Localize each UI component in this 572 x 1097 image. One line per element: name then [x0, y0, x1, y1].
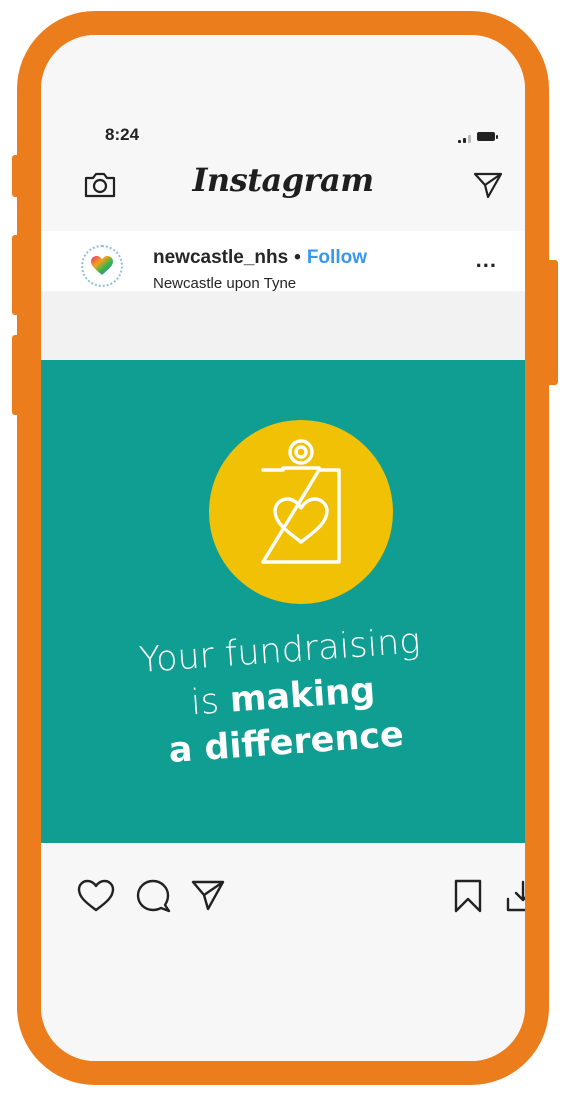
- heart-icon[interactable]: [77, 879, 115, 918]
- status-time: 8:24: [105, 125, 140, 144]
- separator-dot: •: [294, 247, 301, 268]
- username-line: newcastle_nhs • Follow: [153, 247, 367, 269]
- phone-frame: 8:24 Instagram newcastle_nhs • Follow Ne…: [17, 11, 549, 1085]
- image-top-margin: [41, 291, 525, 361]
- status-icons: [458, 131, 498, 143]
- username[interactable]: newcastle_nhs: [153, 247, 288, 268]
- phone-screen: 8:24 Instagram newcastle_nhs • Follow Ne…: [41, 35, 525, 1061]
- direct-message-icon[interactable]: [473, 171, 503, 204]
- donation-box-heart-icon: [209, 420, 393, 604]
- status-bar: 8:24: [41, 125, 525, 155]
- rainbow-heart-icon: [91, 256, 113, 275]
- follow-button[interactable]: Follow: [307, 247, 367, 268]
- instagram-header: Instagram: [41, 157, 525, 211]
- headline-line-2-thin: is: [189, 680, 232, 724]
- headline-line-2-bold: making: [228, 670, 377, 721]
- comment-icon[interactable]: [135, 879, 171, 918]
- share-icon[interactable]: [191, 879, 225, 916]
- post-actions: [41, 871, 525, 921]
- battery-icon: [477, 132, 498, 141]
- avatar[interactable]: [81, 245, 123, 287]
- post-image[interactable]: Your fundraising is making a difference: [41, 360, 525, 843]
- post-headline: Your fundraising is making a difference: [67, 613, 500, 781]
- download-icon[interactable]: [505, 879, 525, 918]
- post-footer-area: [41, 925, 525, 1061]
- post-location[interactable]: Newcastle upon Tyne: [153, 275, 296, 292]
- post-header: newcastle_nhs • Follow Newcastle upon Tyne…: [41, 231, 525, 292]
- bookmark-icon[interactable]: [453, 879, 483, 918]
- signal-icon: [458, 131, 471, 143]
- app-title: Instagram: [192, 161, 374, 199]
- more-options-button[interactable]: ...: [476, 247, 497, 273]
